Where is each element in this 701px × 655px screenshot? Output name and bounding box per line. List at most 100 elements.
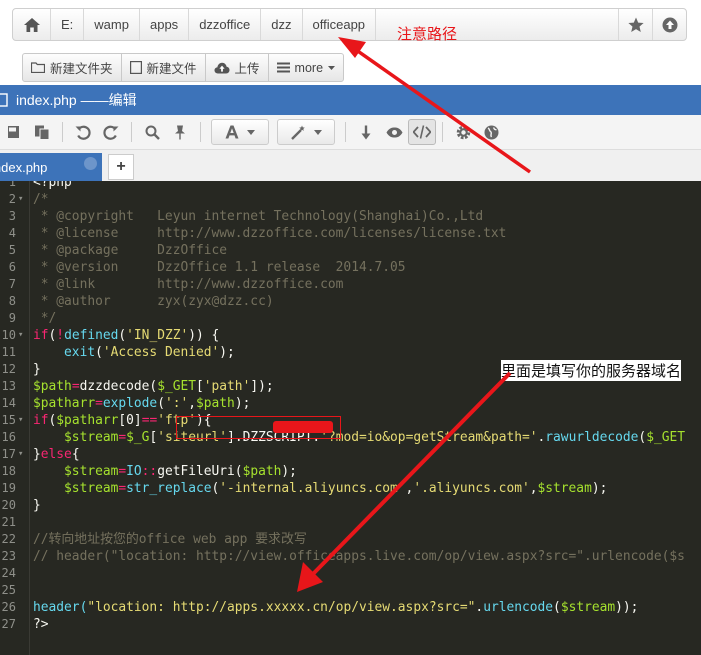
copy-icon: [35, 125, 50, 140]
pin-icon: [175, 125, 185, 139]
line-number: 11: [1, 345, 16, 359]
line-number: 21: [1, 515, 16, 529]
breadcrumb-item-apps[interactable]: apps: [140, 9, 190, 40]
save-as-button[interactable]: [28, 119, 56, 145]
code-token: * @version DzzOffice 1.1 release 2014.7.…: [33, 260, 406, 275]
settings-button[interactable]: [449, 119, 477, 145]
code-line: 18 $stream=IO::getFileUri($path);: [0, 463, 701, 480]
code-token: * @license http://www.dzzoffice.com/lice…: [33, 226, 507, 241]
code-view-toggle[interactable]: [408, 119, 436, 145]
line-number: 2: [8, 192, 16, 206]
cloud-upload-icon: [214, 62, 230, 73]
line-number: 27: [1, 617, 16, 631]
code-token: */: [33, 311, 57, 326]
code-token: $patharr: [33, 396, 96, 411]
code-token: $_GET: [157, 379, 196, 394]
upload-button[interactable]: 上传: [204, 53, 269, 82]
redo-icon: [103, 125, 119, 140]
code-token: [0]: [118, 413, 142, 428]
code-token: if: [33, 413, 49, 428]
more-menu-button[interactable]: more: [267, 53, 345, 82]
new-file-label: 新建文件: [146, 62, 197, 76]
redo-button[interactable]: [97, 119, 125, 145]
code-token: header(: [33, 600, 88, 615]
breadcrumb-item-drive[interactable]: E:: [51, 9, 85, 40]
breadcrumb-item-dzzoffice[interactable]: dzzoffice: [189, 9, 262, 40]
code-token: (: [118, 328, 127, 343]
code-token: );: [281, 464, 297, 479]
breadcrumb: E: wamp apps dzzoffice dzz officeapp: [12, 8, 687, 41]
code-line: 11 exit('Access Denied');: [0, 344, 701, 361]
font-dropdown[interactable]: [211, 119, 269, 145]
code-token: $path: [196, 396, 235, 411]
code-line: 8 * @author zyx(zyx@dzz.cc): [0, 293, 701, 310]
code-line: 26 header("location: http://apps.xxxxx.cn…: [0, 599, 701, 616]
new-folder-label: 新建文件夹: [50, 62, 113, 76]
folder-icon: [31, 62, 45, 73]
code-token: }: [33, 447, 41, 462]
more-label: more: [294, 60, 324, 75]
code-line: 10 ▾ if(!defined('IN_DZZ')) {: [0, 327, 701, 344]
line-number: 14: [1, 396, 16, 410]
new-tab-button[interactable]: +: [108, 154, 134, 180]
editor-toolbar: [0, 115, 701, 150]
line-number: 9: [8, 311, 16, 325]
code-token: urlencode: [483, 600, 554, 615]
breadcrumb-item-officeapp[interactable]: officeapp: [303, 9, 377, 40]
code-text: exit('Access Denied');: [33, 344, 235, 361]
home-icon: [23, 17, 40, 32]
save-button[interactable]: [0, 119, 28, 145]
fold-toggle-icon[interactable]: ▾: [18, 327, 28, 344]
new-file-button[interactable]: 新建文件: [120, 53, 206, 82]
goto-line-button[interactable]: [352, 119, 380, 145]
fold-toggle-icon[interactable]: ▾: [18, 446, 28, 463]
code-line: 16 $stream=$_G['siteurl'].DZZSCRIPT.'?mo…: [0, 429, 701, 446]
code-token: '-internal.aliyuncs.com': [219, 481, 406, 496]
code-token: (: [95, 345, 103, 360]
theme-dropdown[interactable]: [277, 119, 335, 145]
code-line: 25: [0, 582, 701, 599]
editor-title-bar: index.php ——编辑: [0, 85, 701, 115]
line-number: 3: [8, 209, 16, 223]
breadcrumb-item-wamp[interactable]: wamp: [84, 9, 140, 40]
line-number: 25: [1, 583, 16, 597]
code-text: /*: [33, 191, 49, 208]
fold-toggle-icon[interactable]: ▾: [18, 412, 28, 429]
code-line: 21: [0, 514, 701, 531]
caret-down-icon: [247, 129, 255, 135]
font-icon: [225, 125, 239, 139]
new-folder-button[interactable]: 新建文件夹: [22, 53, 122, 82]
fold-toggle-icon[interactable]: ▾: [18, 191, 28, 208]
code-line: 14 $patharr=explode(':',$path);: [0, 395, 701, 412]
code-token: {: [71, 447, 80, 462]
code-editor[interactable]: 1 <?php 2 ▾/* 3 * @copyright Leyun internet …: [0, 181, 701, 655]
tab-close-button[interactable]: [84, 157, 97, 170]
code-text: * @link http://www.dzzoffice.com: [33, 276, 344, 293]
globe-button[interactable]: [477, 119, 505, 145]
preview-button[interactable]: [380, 119, 408, 145]
arrow-down-icon: [361, 125, 371, 139]
code-token: (: [553, 600, 561, 615]
breadcrumb-item-dzz[interactable]: dzz: [261, 9, 303, 40]
code-token: IO: [126, 464, 142, 479]
editor-title: index.php ——编辑: [16, 92, 137, 108]
code-token: xxxxx: [265, 600, 305, 615]
search-button[interactable]: [138, 119, 166, 145]
code-line: 9 */: [0, 310, 701, 327]
favorite-button[interactable]: [618, 9, 652, 40]
code-token: }: [33, 498, 41, 513]
code-token: }: [33, 362, 41, 377]
home-button[interactable]: [13, 9, 51, 40]
go-up-button[interactable]: [652, 9, 686, 40]
line-number: 23: [1, 549, 16, 563]
line-number: 19: [1, 481, 16, 495]
toolbar-divider: [62, 122, 63, 142]
undo-button[interactable]: [69, 119, 97, 145]
code-token: exit: [33, 345, 96, 360]
eye-icon: [386, 127, 402, 137]
code-text: header("location: http://apps.xxxxx.cn/o…: [33, 599, 638, 616]
code-token: $stream: [537, 481, 592, 496]
code-token: );: [234, 396, 251, 411]
code-text: * @package DzzOffice: [33, 242, 227, 259]
pin-button[interactable]: [166, 119, 194, 145]
